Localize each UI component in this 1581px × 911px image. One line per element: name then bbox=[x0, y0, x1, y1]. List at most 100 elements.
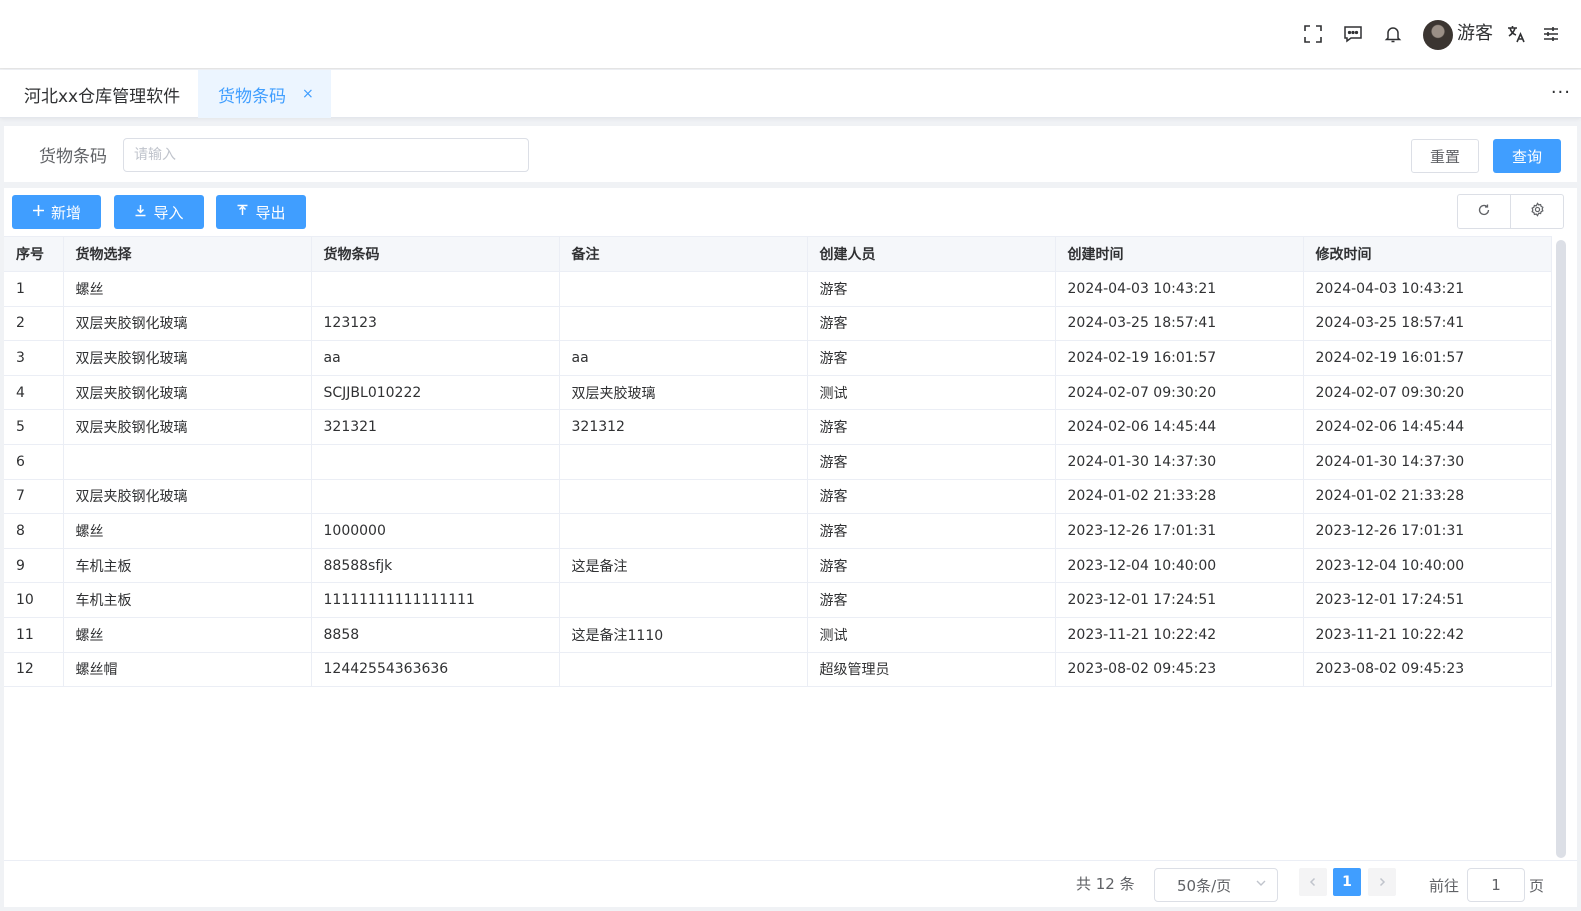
table-cell bbox=[311, 271, 560, 307]
username[interactable]: 游客 bbox=[1457, 22, 1493, 46]
table-cell: 2023-08-02 09:45:23 bbox=[1303, 652, 1552, 688]
column-header[interactable]: 序号 bbox=[4, 236, 64, 272]
avatar[interactable] bbox=[1423, 20, 1453, 50]
column-settings-button[interactable] bbox=[1510, 194, 1564, 229]
bell-icon[interactable] bbox=[1382, 22, 1404, 46]
refresh-button[interactable] bbox=[1457, 194, 1511, 229]
tab-goods-barcode[interactable]: 货物条码 × bbox=[198, 70, 331, 118]
table-cell: 2024-03-25 18:57:41 bbox=[1055, 306, 1304, 342]
table-cell: 2 bbox=[4, 306, 64, 342]
next-page-button[interactable] bbox=[1368, 868, 1396, 896]
table-cell: aa bbox=[311, 340, 560, 376]
table-cell: 双层夹胶钢化玻璃 bbox=[63, 375, 312, 411]
table-cell: 游客 bbox=[807, 582, 1056, 618]
table-cell: 12 bbox=[4, 652, 64, 688]
vertical-scrollbar[interactable] bbox=[1556, 240, 1566, 858]
column-header[interactable]: 货物选择 bbox=[63, 236, 312, 272]
more-icon[interactable]: ··· bbox=[1551, 82, 1571, 103]
refresh-icon bbox=[1477, 202, 1491, 221]
table-row[interactable]: 10 车机主板 11111111111111111 游客 2023-12-01 17:2… bbox=[4, 582, 1552, 618]
export-button-label: 导出 bbox=[255, 203, 286, 222]
query-button[interactable]: 查询 bbox=[1493, 139, 1561, 173]
table-cell: 游客 bbox=[807, 409, 1056, 445]
tabs-bar: 河北xx仓库管理软件 货物条码 × ··· bbox=[0, 70, 1581, 118]
close-icon[interactable]: × bbox=[302, 86, 314, 102]
search-label: 货物条码 bbox=[39, 147, 107, 167]
table-row[interactable]: 1 螺丝 游客 2024-04-03 10:43:21 2024-04-03 10:43… bbox=[4, 271, 1552, 307]
table-cell bbox=[559, 652, 808, 688]
table-row[interactable]: 3 双层夹胶钢化玻璃 aa aa 游客 2024-02-19 16:01:57 2024-0… bbox=[4, 340, 1552, 376]
table-row[interactable]: 7 双层夹胶钢化玻璃 游客 2024-01-02 21:33:28 2024-01-02… bbox=[4, 479, 1552, 515]
plus-icon bbox=[32, 204, 45, 221]
table-cell: 2023-12-26 17:01:31 bbox=[1055, 513, 1304, 549]
table-row[interactable]: 8 螺丝 1000000 游客 2023-12-26 17:01:31 2023-12-2… bbox=[4, 513, 1552, 549]
table-cell: 88588sfjk bbox=[311, 548, 560, 584]
search-panel: 货物条码 重置 查询 bbox=[4, 126, 1577, 182]
table-cell: 双层夹胶钢化玻璃 bbox=[63, 306, 312, 342]
table-cell: 2024-01-02 21:33:28 bbox=[1055, 479, 1304, 515]
table-cell: 9 bbox=[4, 548, 64, 584]
table-cell: 游客 bbox=[807, 548, 1056, 584]
table-cell: 这是备注 bbox=[559, 548, 808, 584]
download-icon bbox=[134, 204, 147, 221]
table-cell: 2024-03-25 18:57:41 bbox=[1303, 306, 1552, 342]
table-cell: 2024-02-06 14:45:44 bbox=[1303, 409, 1552, 445]
table-row[interactable]: 4 双层夹胶钢化玻璃 SCJJBL010222 双层夹胶玻璃 测试 2024-02-07 … bbox=[4, 375, 1552, 411]
tab-home[interactable]: 河北xx仓库管理软件 bbox=[0, 70, 198, 118]
table-cell: 5 bbox=[4, 409, 64, 445]
prev-page-button[interactable] bbox=[1299, 868, 1327, 896]
table-row[interactable]: 9 车机主板 88588sfjk 这是备注 游客 2023-12-04 10:40:00 2… bbox=[4, 548, 1552, 584]
import-button[interactable]: 导入 bbox=[114, 195, 204, 229]
page-suffix-label: 页 bbox=[1529, 877, 1545, 895]
table-row[interactable]: 12 螺丝帽 12442554363636 超级管理员 2023-08-02 09:45… bbox=[4, 652, 1552, 688]
table-cell: 测试 bbox=[807, 617, 1056, 653]
table-cell bbox=[559, 306, 808, 342]
table-row[interactable]: 2 双层夹胶钢化玻璃 123123 游客 2024-03-25 18:57:41 2024… bbox=[4, 306, 1552, 342]
table-cell: 2024-04-03 10:43:21 bbox=[1303, 271, 1552, 307]
add-button[interactable]: 新增 bbox=[12, 195, 101, 229]
table-cell: 游客 bbox=[807, 271, 1056, 307]
table-cell: 2024-02-06 14:45:44 bbox=[1055, 409, 1304, 445]
table-cell: 12442554363636 bbox=[311, 652, 560, 688]
table-cell: 10 bbox=[4, 582, 64, 618]
table-cell: 游客 bbox=[807, 513, 1056, 549]
table-cell bbox=[63, 444, 312, 480]
table-cell: 螺丝 bbox=[63, 617, 312, 653]
table-cell: 2024-04-03 10:43:21 bbox=[1055, 271, 1304, 307]
export-button[interactable]: 导出 bbox=[216, 195, 306, 229]
table-cell: 游客 bbox=[807, 306, 1056, 342]
table-cell: 2024-01-30 14:37:30 bbox=[1303, 444, 1552, 480]
fullscreen-icon[interactable] bbox=[1302, 22, 1324, 46]
column-header[interactable]: 修改时间 bbox=[1303, 236, 1552, 272]
table-cell bbox=[559, 444, 808, 480]
column-header[interactable]: 创建时间 bbox=[1055, 236, 1304, 272]
message-icon[interactable] bbox=[1342, 22, 1364, 46]
table-cell: 7 bbox=[4, 479, 64, 515]
barcode-search-input[interactable] bbox=[123, 138, 529, 172]
column-header[interactable]: 货物条码 bbox=[311, 236, 560, 272]
table-cell: 2024-02-07 09:30:20 bbox=[1055, 375, 1304, 411]
column-header[interactable]: 创建人员 bbox=[807, 236, 1056, 272]
goto-page-input[interactable] bbox=[1467, 868, 1525, 902]
table-cell: 2023-11-21 10:22:42 bbox=[1055, 617, 1304, 653]
translate-icon[interactable] bbox=[1505, 22, 1527, 46]
table-cell: 超级管理员 bbox=[807, 652, 1056, 688]
table-row[interactable]: 11 螺丝 8858 这是备注1110 测试 2023-11-21 10:22:42 202… bbox=[4, 617, 1552, 653]
table-cell: 2023-11-21 10:22:42 bbox=[1303, 617, 1552, 653]
page-size-select[interactable]: 50条/页 bbox=[1154, 868, 1278, 902]
table-cell bbox=[311, 444, 560, 480]
table-cell: 11 bbox=[4, 617, 64, 653]
column-header[interactable]: 备注 bbox=[559, 236, 808, 272]
settings-sliders-icon[interactable] bbox=[1540, 22, 1562, 46]
page-number-button[interactable]: 1 bbox=[1333, 868, 1361, 896]
table-cell bbox=[559, 513, 808, 549]
table-row[interactable]: 5 双层夹胶钢化玻璃 321321 321312 游客 2024-02-06 14:45:… bbox=[4, 409, 1552, 445]
table-row[interactable]: 6 游客 2024-01-30 14:37:30 2024-01-30 14:37:3… bbox=[4, 444, 1552, 480]
table-cell: 2023-12-04 10:40:00 bbox=[1303, 548, 1552, 584]
reset-button[interactable]: 重置 bbox=[1411, 139, 1479, 173]
table-cell: 2024-02-07 09:30:20 bbox=[1303, 375, 1552, 411]
goods-barcode-table: 序号 货物选择 货物条码 备注 创建人员 创建时间 修改时间 1 螺丝 游客 2024… bbox=[4, 236, 1552, 688]
table-cell: 2024-02-19 16:01:57 bbox=[1303, 340, 1552, 376]
table-cell: 4 bbox=[4, 375, 64, 411]
top-header: 游客 bbox=[0, 0, 1581, 69]
